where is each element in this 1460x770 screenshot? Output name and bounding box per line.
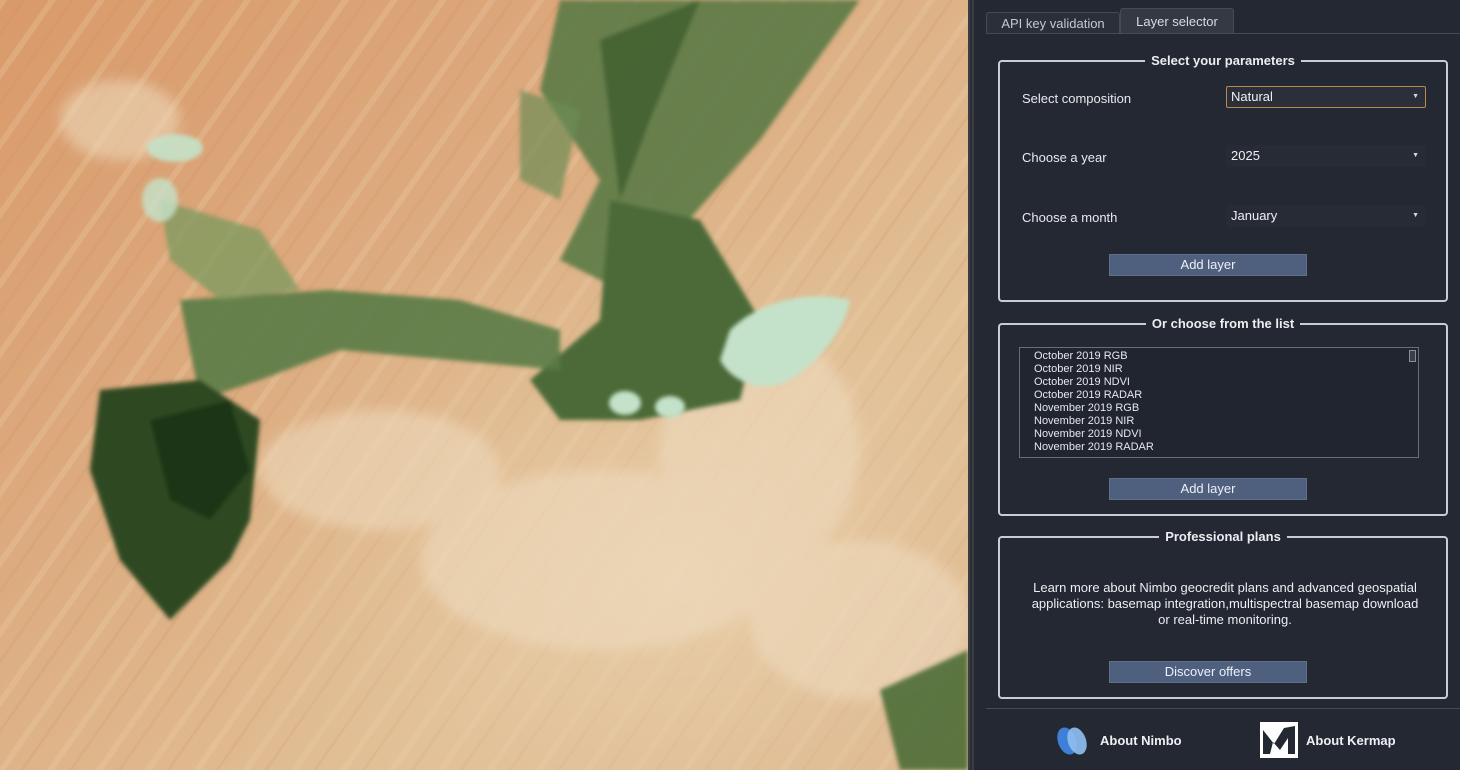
composition-select[interactable]: Natural ▼ xyxy=(1226,86,1426,108)
about-nimbo-label: About Nimbo xyxy=(1100,732,1182,748)
year-value: 2025 xyxy=(1231,148,1260,163)
plugin-side-panel: API key validation Layer selector Select… xyxy=(974,0,1460,770)
list-item[interactable]: November 2019 NIR xyxy=(1034,415,1418,428)
tab-layer-selector[interactable]: Layer selector xyxy=(1120,8,1234,34)
discover-offers-button[interactable]: Discover offers xyxy=(1109,661,1307,683)
chevron-down-icon: ▼ xyxy=(1412,93,1419,100)
list-scrollbar-thumb[interactable] xyxy=(1409,350,1416,362)
add-layer-from-list-button[interactable]: Add layer xyxy=(1109,478,1307,500)
parameters-group: Select your parameters Select compositio… xyxy=(998,52,1448,302)
list-item[interactable]: October 2019 NIR xyxy=(1034,363,1418,376)
parameters-group-title: Select your parameters xyxy=(1145,52,1301,70)
about-kermap-link[interactable]: About Kermap xyxy=(1260,722,1396,758)
list-item[interactable]: November 2019 RADAR xyxy=(1034,441,1418,454)
kermap-logo-icon xyxy=(1260,722,1298,758)
list-item[interactable]: November 2019 RGB xyxy=(1034,402,1418,415)
satellite-imagery xyxy=(0,0,968,770)
splitter-grip xyxy=(970,0,972,770)
about-nimbo-link[interactable]: About Nimbo xyxy=(1054,722,1182,758)
layer-list-group: Or choose from the list October 2019 RGB… xyxy=(998,315,1448,516)
satellite-map-view[interactable] xyxy=(0,0,968,770)
chevron-down-icon: ▼ xyxy=(1412,212,1419,219)
layer-selector-pane: Select your parameters Select compositio… xyxy=(986,33,1460,709)
composition-label: Select composition xyxy=(1022,91,1132,106)
month-select[interactable]: January ▼ xyxy=(1226,205,1426,227)
professional-plans-title: Professional plans xyxy=(1159,528,1287,546)
list-item[interactable]: October 2019 NDVI xyxy=(1034,376,1418,389)
add-layer-button[interactable]: Add layer xyxy=(1109,254,1307,276)
layer-list[interactable]: October 2019 RGB October 2019 NIR Octobe… xyxy=(1019,347,1419,458)
month-label: Choose a month xyxy=(1022,210,1118,225)
year-select[interactable]: 2025 ▼ xyxy=(1226,145,1426,167)
list-item[interactable]: November 2019 NDVI xyxy=(1034,428,1418,441)
tab-api-key-validation[interactable]: API key validation xyxy=(986,12,1120,34)
about-kermap-label: About Kermap xyxy=(1306,732,1396,748)
plans-description: Learn more about Nimbo geocredit plans a… xyxy=(1031,580,1419,627)
layer-list-group-title: Or choose from the list xyxy=(1145,315,1301,333)
professional-plans-group: Professional plans Learn more about Nimb… xyxy=(998,528,1448,699)
month-value: January xyxy=(1231,208,1278,223)
nimbo-logo-icon xyxy=(1057,727,1087,755)
list-item[interactable]: October 2019 RADAR xyxy=(1034,389,1418,402)
chevron-down-icon: ▼ xyxy=(1412,152,1419,159)
year-label: Choose a year xyxy=(1022,150,1107,165)
list-item[interactable]: October 2019 RGB xyxy=(1034,350,1418,363)
composition-value: Natural xyxy=(1231,89,1273,104)
